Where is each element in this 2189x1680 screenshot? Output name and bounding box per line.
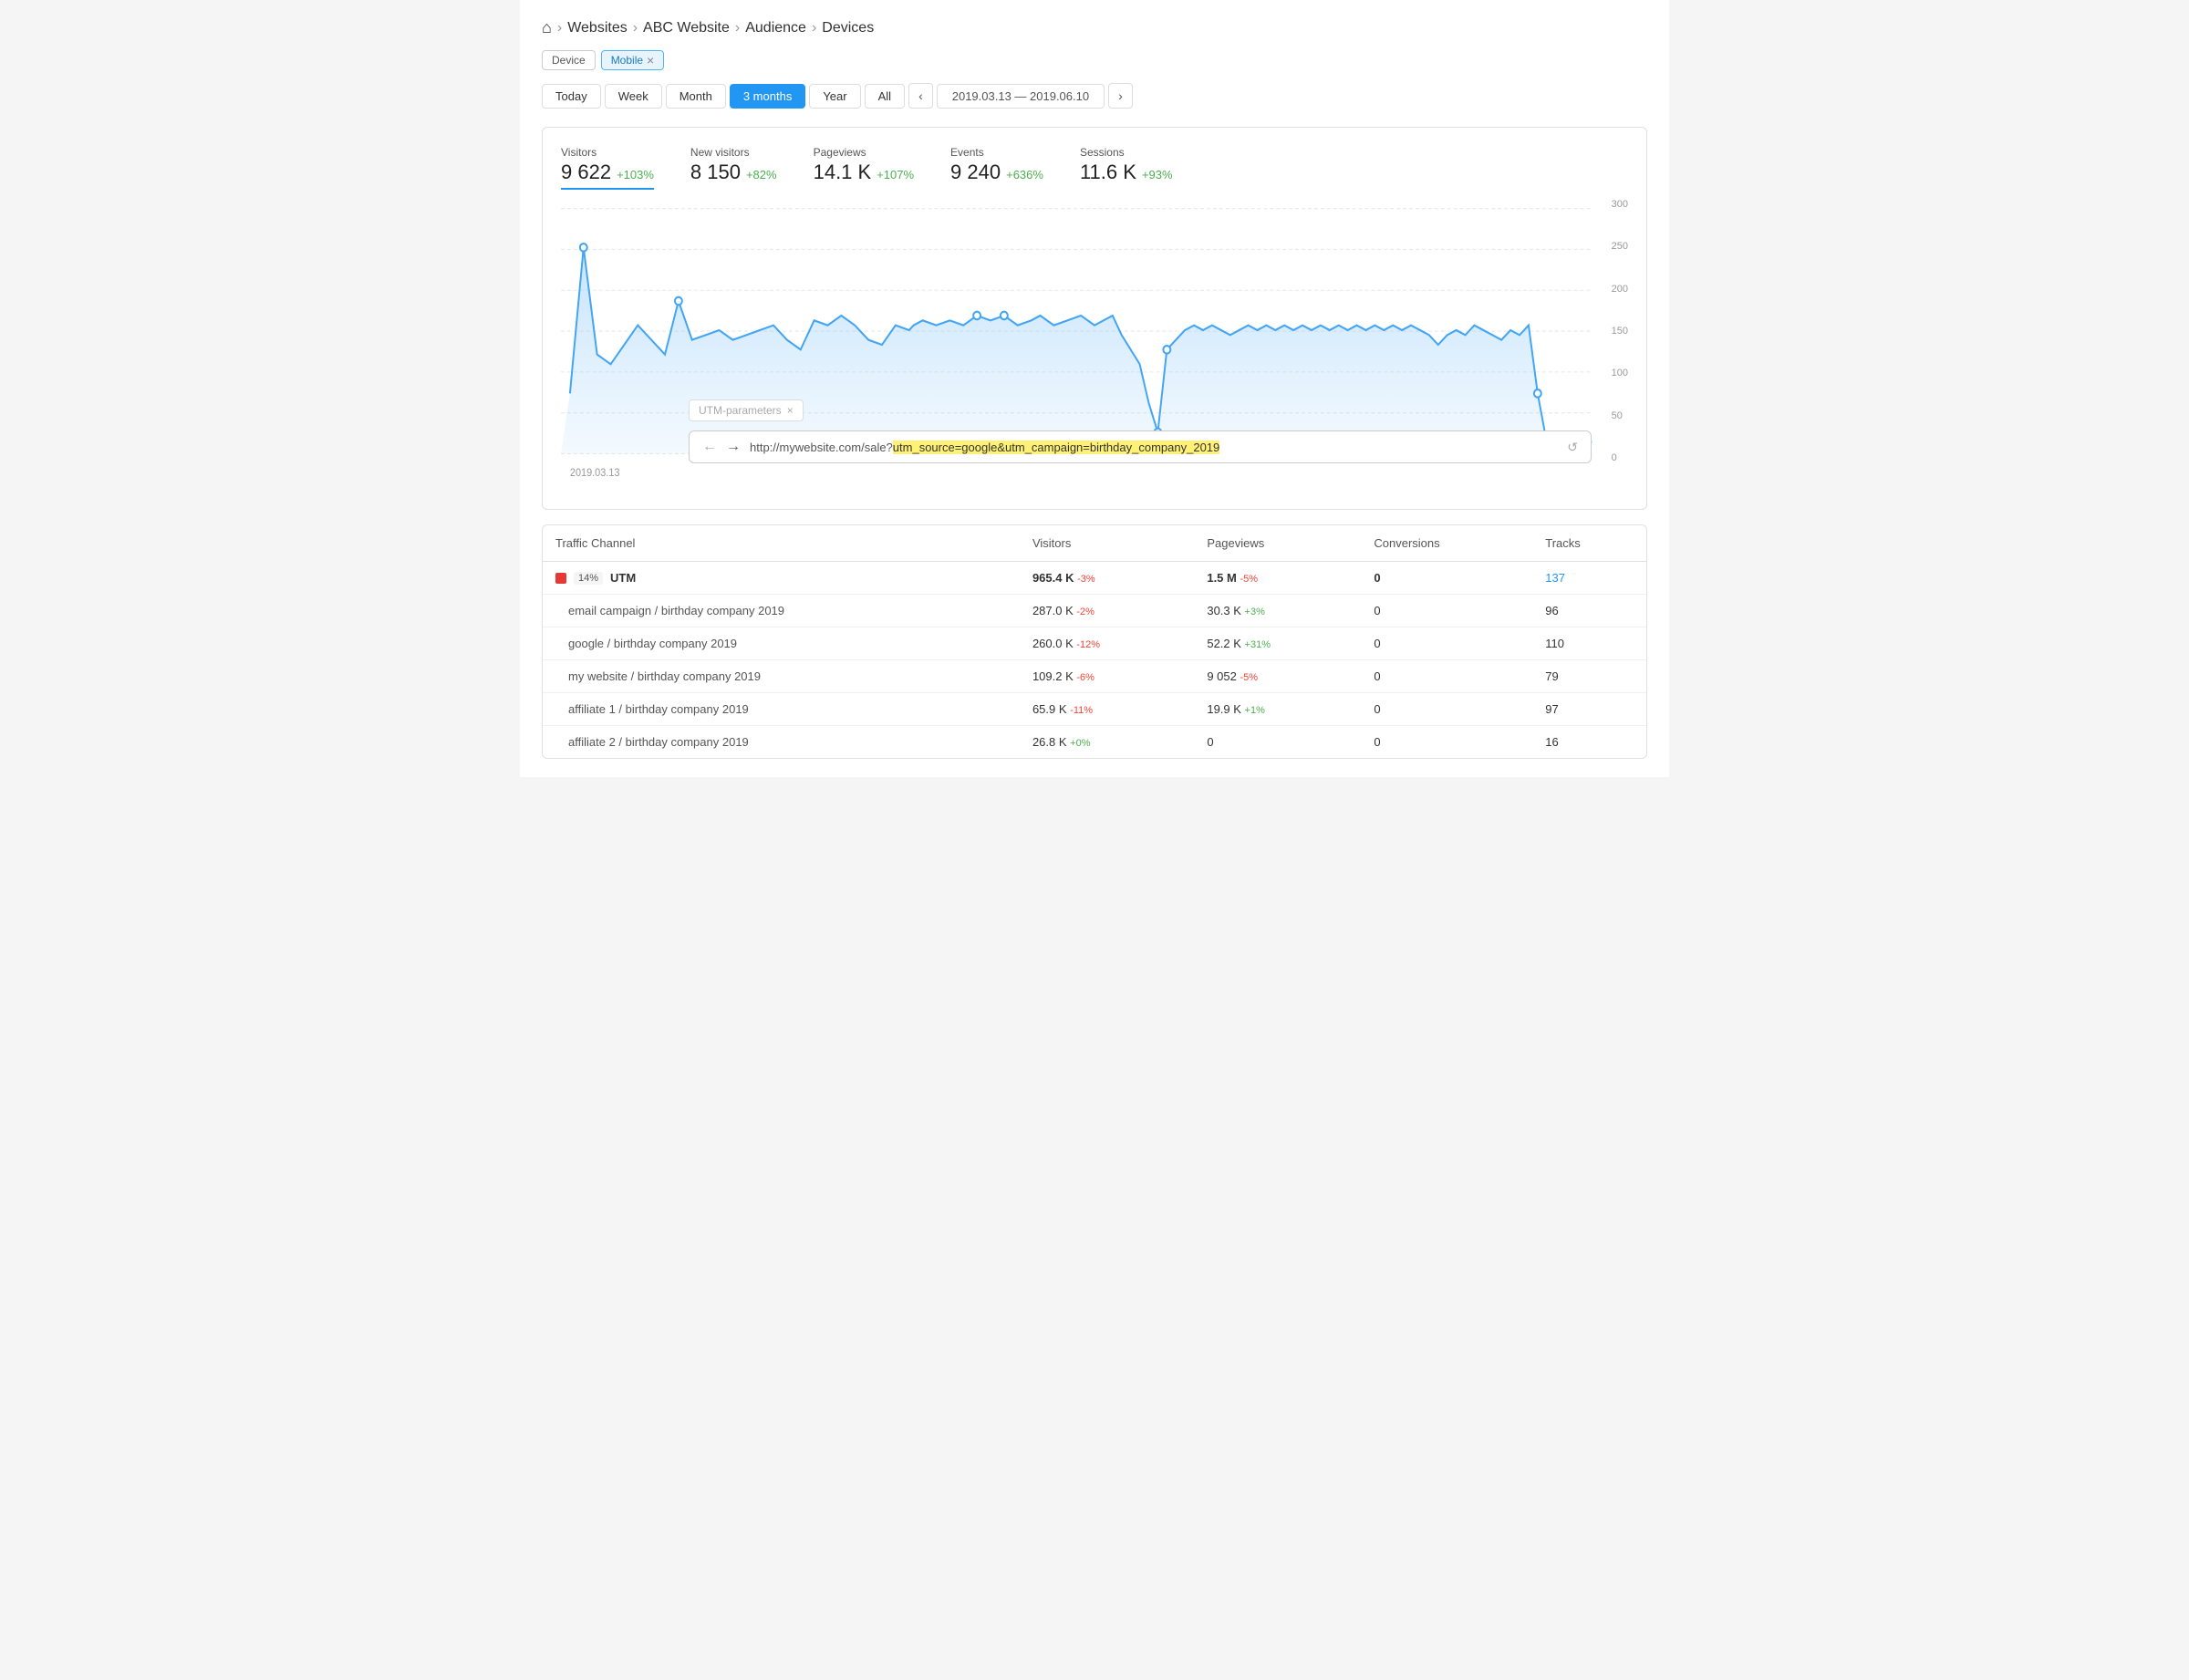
col-header-tracks: Tracks bbox=[1532, 525, 1646, 562]
url-text: http://mywebsite.com/sale?utm_source=goo… bbox=[750, 441, 1558, 454]
svg-text:2019.03.13: 2019.03.13 bbox=[570, 468, 620, 479]
table-row: affiliate 2 / birthday company 2019 26.8… bbox=[543, 726, 1646, 759]
utm-parameters-tag[interactable]: UTM-parameters × bbox=[689, 399, 804, 421]
url-back-button[interactable]: ← bbox=[702, 439, 717, 455]
new-visitors-stat: New visitors 8 150 +82% bbox=[690, 146, 777, 190]
chart-card: Visitors 9 622 +103% New visitors 8 150 … bbox=[542, 127, 1647, 510]
sub-channel-affiliate1: affiliate 1 / birthday company 2019 bbox=[543, 693, 1020, 726]
url-bar[interactable]: ← → http://mywebsite.com/sale?utm_source… bbox=[689, 430, 1592, 463]
filter-tags: Device Mobile × bbox=[542, 50, 1647, 70]
sub-channel-mywebsite: my website / birthday company 2019 bbox=[543, 660, 1020, 693]
utm-pageviews: 1.5 M -5% bbox=[1194, 562, 1361, 595]
sub-channel-google: google / birthday company 2019 bbox=[543, 627, 1020, 660]
col-header-pageviews: Pageviews bbox=[1194, 525, 1361, 562]
pageviews-stat: Pageviews 14.1 K +107% bbox=[814, 146, 914, 190]
sub-channel-affiliate2: affiliate 2 / birthday company 2019 bbox=[543, 726, 1020, 759]
col-header-channel: Traffic Channel bbox=[543, 525, 1020, 562]
next-date-button[interactable]: › bbox=[1108, 83, 1133, 109]
all-button[interactable]: All bbox=[865, 84, 905, 109]
url-bar-overlay: UTM-parameters × ← → http://mywebsite.co… bbox=[689, 399, 1592, 463]
utm-visitors: 965.4 K -3% bbox=[1020, 562, 1194, 595]
utm-conversions: 0 bbox=[1361, 562, 1532, 595]
breadcrumb: ⌂ › Websites › ABC Website › Audience › … bbox=[542, 18, 1647, 37]
mobile-filter-tag[interactable]: Mobile × bbox=[601, 50, 665, 70]
utm-tracks: 137 bbox=[1532, 562, 1646, 595]
table-row: my website / birthday company 2019 109.2… bbox=[543, 660, 1646, 693]
today-button[interactable]: Today bbox=[542, 84, 601, 109]
sessions-stat: Sessions 11.6 K +93% bbox=[1080, 146, 1173, 190]
sub-channel-email: email campaign / birthday company 2019 bbox=[543, 595, 1020, 627]
utm-tag-close[interactable]: × bbox=[787, 404, 794, 417]
stats-row: Visitors 9 622 +103% New visitors 8 150 … bbox=[561, 146, 1628, 190]
table-row: google / birthday company 2019 260.0 K -… bbox=[543, 627, 1646, 660]
table-row: 14% UTM 965.4 K -3% 1.5 M -5% 0 137 bbox=[543, 562, 1646, 595]
table-row: affiliate 1 / birthday company 2019 65.9… bbox=[543, 693, 1646, 726]
table-row: email campaign / birthday company 2019 2… bbox=[543, 595, 1646, 627]
utm-color-dot bbox=[555, 573, 566, 584]
y-axis-labels: 300 250 200 150 100 50 0 bbox=[1612, 199, 1628, 491]
traffic-table: Traffic Channel Visitors Pageviews Conve… bbox=[542, 524, 1647, 759]
date-range-display: 2019.03.13 — 2019.06.10 bbox=[937, 84, 1105, 109]
prev-date-button[interactable]: ‹ bbox=[908, 83, 933, 109]
utm-channel-name: UTM bbox=[610, 571, 636, 585]
col-header-visitors: Visitors bbox=[1020, 525, 1194, 562]
url-forward-button[interactable]: → bbox=[726, 439, 741, 455]
col-header-conversions: Conversions bbox=[1361, 525, 1532, 562]
channel-cell-utm: 14% UTM bbox=[543, 562, 1020, 595]
refresh-icon[interactable]: ↺ bbox=[1567, 440, 1578, 455]
line-chart: 2019.03.13 300 250 200 150 100 50 0 UTM-… bbox=[561, 199, 1628, 491]
events-stat: Events 9 240 +636% bbox=[950, 146, 1043, 190]
3months-button[interactable]: 3 months bbox=[730, 84, 805, 109]
url-highlight: utm_source=google&utm_campaign=birthday_… bbox=[893, 441, 1219, 454]
month-button[interactable]: Month bbox=[666, 84, 726, 109]
visitors-stat: Visitors 9 622 +103% bbox=[561, 146, 654, 190]
mobile-tag-close[interactable]: × bbox=[647, 54, 654, 67]
year-button[interactable]: Year bbox=[809, 84, 860, 109]
date-bar: Today Week Month 3 months Year All ‹ 201… bbox=[542, 83, 1647, 109]
week-button[interactable]: Week bbox=[605, 84, 662, 109]
home-icon[interactable]: ⌂ bbox=[542, 18, 552, 37]
utm-pct: 14% bbox=[574, 572, 603, 585]
device-filter-tag[interactable]: Device bbox=[542, 50, 596, 70]
